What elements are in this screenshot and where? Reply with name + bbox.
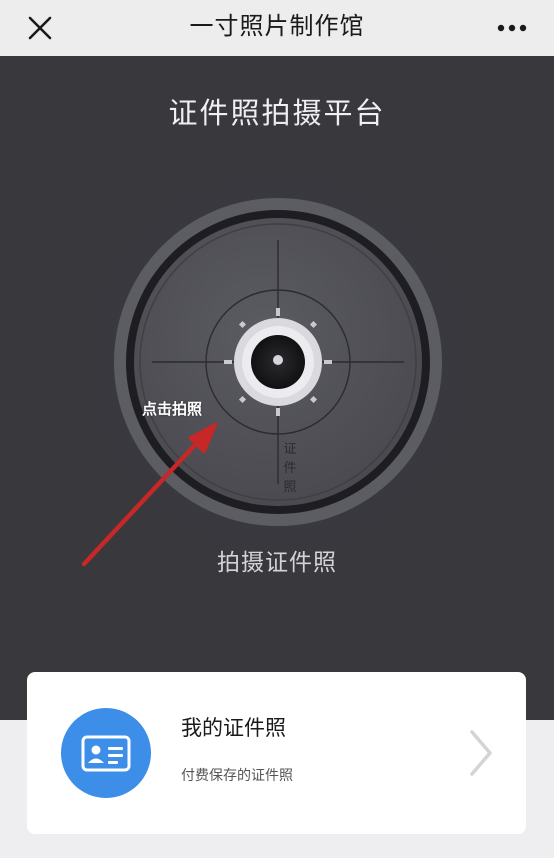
chevron-right-icon: [470, 730, 492, 776]
my-id-photos-card[interactable]: 我的证件照 付费保存的证件照: [27, 672, 526, 834]
more-icon: [497, 24, 527, 32]
dial-vertical-label: 证件照: [283, 442, 297, 495]
page-title: 一寸照片制作馆: [189, 12, 365, 40]
more-options-button[interactable]: [490, 12, 534, 44]
camera-dial-button[interactable]: [0, 56, 554, 720]
id-card-icon: [81, 735, 131, 772]
click-to-shoot-hint: 点击拍照: [142, 400, 203, 418]
card-title: 我的证件照: [181, 716, 286, 740]
card-subtitle: 付费保存的证件照: [181, 768, 293, 784]
card-avatar: [61, 708, 151, 798]
top-navigation-bar: 一寸照片制作馆: [0, 0, 554, 56]
take-id-photo-label[interactable]: 拍摄证件照: [0, 543, 554, 577]
lens-highlight: [273, 355, 283, 365]
